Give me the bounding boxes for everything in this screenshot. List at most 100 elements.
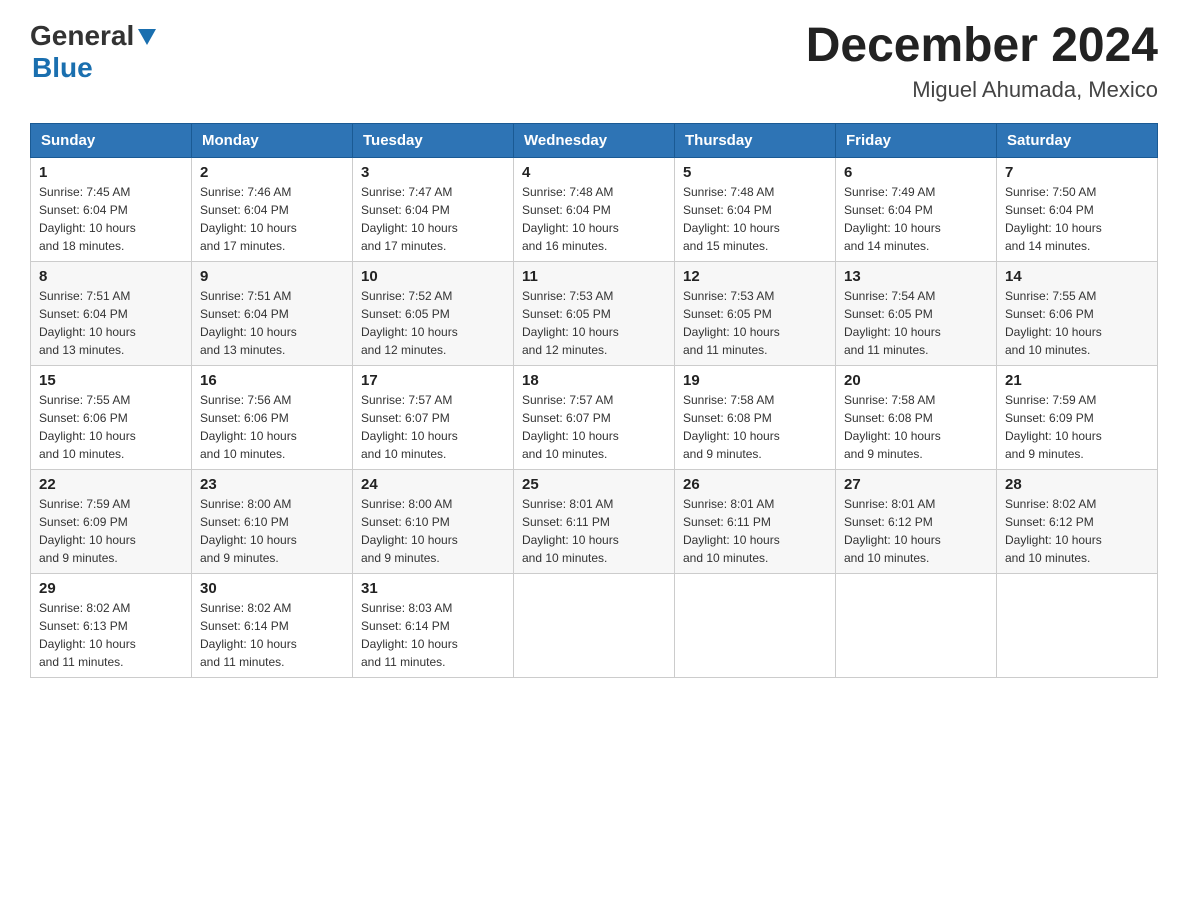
header-tuesday: Tuesday <box>353 123 514 157</box>
logo-triangle-icon <box>136 25 158 47</box>
calendar-cell: 5 Sunrise: 7:48 AMSunset: 6:04 PMDayligh… <box>675 157 836 261</box>
day-info: Sunrise: 7:53 AMSunset: 6:05 PMDaylight:… <box>522 289 619 357</box>
day-number: 17 <box>361 372 505 389</box>
day-number: 18 <box>522 372 666 389</box>
day-info: Sunrise: 7:49 AMSunset: 6:04 PMDaylight:… <box>844 185 941 253</box>
day-info: Sunrise: 8:00 AMSunset: 6:10 PMDaylight:… <box>200 497 297 565</box>
calendar-cell: 22 Sunrise: 7:59 AMSunset: 6:09 PMDaylig… <box>31 469 192 573</box>
day-info: Sunrise: 7:48 AMSunset: 6:04 PMDaylight:… <box>683 185 780 253</box>
header-sunday: Sunday <box>31 123 192 157</box>
calendar-cell: 29 Sunrise: 8:02 AMSunset: 6:13 PMDaylig… <box>31 573 192 677</box>
header-monday: Monday <box>192 123 353 157</box>
day-number: 14 <box>1005 268 1149 285</box>
day-info: Sunrise: 8:02 AMSunset: 6:14 PMDaylight:… <box>200 601 297 669</box>
day-info: Sunrise: 7:54 AMSunset: 6:05 PMDaylight:… <box>844 289 941 357</box>
day-info: Sunrise: 7:47 AMSunset: 6:04 PMDaylight:… <box>361 185 458 253</box>
day-number: 26 <box>683 476 827 493</box>
calendar-cell: 4 Sunrise: 7:48 AMSunset: 6:04 PMDayligh… <box>514 157 675 261</box>
title-section: December 2024 Miguel Ahumada, Mexico <box>806 20 1158 103</box>
day-info: Sunrise: 7:46 AMSunset: 6:04 PMDaylight:… <box>200 185 297 253</box>
day-info: Sunrise: 7:53 AMSunset: 6:05 PMDaylight:… <box>683 289 780 357</box>
day-info: Sunrise: 8:01 AMSunset: 6:12 PMDaylight:… <box>844 497 941 565</box>
calendar-cell: 27 Sunrise: 8:01 AMSunset: 6:12 PMDaylig… <box>836 469 997 573</box>
calendar-cell: 6 Sunrise: 7:49 AMSunset: 6:04 PMDayligh… <box>836 157 997 261</box>
calendar-week-row: 1 Sunrise: 7:45 AMSunset: 6:04 PMDayligh… <box>31 157 1158 261</box>
header-saturday: Saturday <box>997 123 1158 157</box>
day-info: Sunrise: 7:59 AMSunset: 6:09 PMDaylight:… <box>39 497 136 565</box>
day-number: 25 <box>522 476 666 493</box>
month-title: December 2024 <box>806 20 1158 73</box>
day-info: Sunrise: 7:55 AMSunset: 6:06 PMDaylight:… <box>39 393 136 461</box>
calendar-week-row: 22 Sunrise: 7:59 AMSunset: 6:09 PMDaylig… <box>31 469 1158 573</box>
calendar-cell: 1 Sunrise: 7:45 AMSunset: 6:04 PMDayligh… <box>31 157 192 261</box>
calendar-cell: 17 Sunrise: 7:57 AMSunset: 6:07 PMDaylig… <box>353 365 514 469</box>
calendar-cell: 24 Sunrise: 8:00 AMSunset: 6:10 PMDaylig… <box>353 469 514 573</box>
day-number: 27 <box>844 476 988 493</box>
day-info: Sunrise: 7:48 AMSunset: 6:04 PMDaylight:… <box>522 185 619 253</box>
day-info: Sunrise: 8:01 AMSunset: 6:11 PMDaylight:… <box>683 497 780 565</box>
day-number: 15 <box>39 372 183 389</box>
calendar-cell: 9 Sunrise: 7:51 AMSunset: 6:04 PMDayligh… <box>192 261 353 365</box>
day-info: Sunrise: 7:57 AMSunset: 6:07 PMDaylight:… <box>522 393 619 461</box>
day-info: Sunrise: 7:58 AMSunset: 6:08 PMDaylight:… <box>844 393 941 461</box>
calendar-week-row: 15 Sunrise: 7:55 AMSunset: 6:06 PMDaylig… <box>31 365 1158 469</box>
calendar-week-row: 8 Sunrise: 7:51 AMSunset: 6:04 PMDayligh… <box>31 261 1158 365</box>
calendar-cell: 13 Sunrise: 7:54 AMSunset: 6:05 PMDaylig… <box>836 261 997 365</box>
day-number: 10 <box>361 268 505 285</box>
day-info: Sunrise: 7:57 AMSunset: 6:07 PMDaylight:… <box>361 393 458 461</box>
header-friday: Friday <box>836 123 997 157</box>
day-info: Sunrise: 7:45 AMSunset: 6:04 PMDaylight:… <box>39 185 136 253</box>
day-number: 31 <box>361 580 505 597</box>
calendar-cell: 28 Sunrise: 8:02 AMSunset: 6:12 PMDaylig… <box>997 469 1158 573</box>
calendar-cell: 2 Sunrise: 7:46 AMSunset: 6:04 PMDayligh… <box>192 157 353 261</box>
day-number: 7 <box>1005 164 1149 181</box>
day-number: 12 <box>683 268 827 285</box>
day-info: Sunrise: 7:59 AMSunset: 6:09 PMDaylight:… <box>1005 393 1102 461</box>
logo-general-text: General <box>30 20 134 52</box>
day-info: Sunrise: 7:52 AMSunset: 6:05 PMDaylight:… <box>361 289 458 357</box>
day-info: Sunrise: 8:02 AMSunset: 6:12 PMDaylight:… <box>1005 497 1102 565</box>
calendar-table: Sunday Monday Tuesday Wednesday Thursday… <box>30 123 1158 678</box>
day-info: Sunrise: 7:55 AMSunset: 6:06 PMDaylight:… <box>1005 289 1102 357</box>
day-number: 1 <box>39 164 183 181</box>
page-header: General Blue December 2024 Miguel Ahumad… <box>30 20 1158 103</box>
day-number: 3 <box>361 164 505 181</box>
calendar-cell: 21 Sunrise: 7:59 AMSunset: 6:09 PMDaylig… <box>997 365 1158 469</box>
calendar-cell <box>836 573 997 677</box>
day-number: 30 <box>200 580 344 597</box>
calendar-cell: 23 Sunrise: 8:00 AMSunset: 6:10 PMDaylig… <box>192 469 353 573</box>
logo: General Blue <box>30 20 158 84</box>
calendar-week-row: 29 Sunrise: 8:02 AMSunset: 6:13 PMDaylig… <box>31 573 1158 677</box>
calendar-cell: 30 Sunrise: 8:02 AMSunset: 6:14 PMDaylig… <box>192 573 353 677</box>
weekday-header-row: Sunday Monday Tuesday Wednesday Thursday… <box>31 123 1158 157</box>
day-info: Sunrise: 8:02 AMSunset: 6:13 PMDaylight:… <box>39 601 136 669</box>
calendar-cell: 26 Sunrise: 8:01 AMSunset: 6:11 PMDaylig… <box>675 469 836 573</box>
day-number: 16 <box>200 372 344 389</box>
day-number: 21 <box>1005 372 1149 389</box>
calendar-cell: 19 Sunrise: 7:58 AMSunset: 6:08 PMDaylig… <box>675 365 836 469</box>
calendar-cell: 14 Sunrise: 7:55 AMSunset: 6:06 PMDaylig… <box>997 261 1158 365</box>
day-number: 6 <box>844 164 988 181</box>
day-number: 4 <box>522 164 666 181</box>
calendar-cell: 7 Sunrise: 7:50 AMSunset: 6:04 PMDayligh… <box>997 157 1158 261</box>
calendar-cell: 20 Sunrise: 7:58 AMSunset: 6:08 PMDaylig… <box>836 365 997 469</box>
day-info: Sunrise: 8:00 AMSunset: 6:10 PMDaylight:… <box>361 497 458 565</box>
day-number: 2 <box>200 164 344 181</box>
day-info: Sunrise: 7:51 AMSunset: 6:04 PMDaylight:… <box>200 289 297 357</box>
logo-blue-text: Blue <box>32 52 93 83</box>
calendar-cell <box>997 573 1158 677</box>
calendar-cell <box>514 573 675 677</box>
day-number: 8 <box>39 268 183 285</box>
day-number: 23 <box>200 476 344 493</box>
header-wednesday: Wednesday <box>514 123 675 157</box>
calendar-cell: 11 Sunrise: 7:53 AMSunset: 6:05 PMDaylig… <box>514 261 675 365</box>
day-number: 13 <box>844 268 988 285</box>
day-number: 19 <box>683 372 827 389</box>
calendar-cell: 15 Sunrise: 7:55 AMSunset: 6:06 PMDaylig… <box>31 365 192 469</box>
day-number: 11 <box>522 268 666 285</box>
day-info: Sunrise: 7:51 AMSunset: 6:04 PMDaylight:… <box>39 289 136 357</box>
day-number: 20 <box>844 372 988 389</box>
day-info: Sunrise: 7:56 AMSunset: 6:06 PMDaylight:… <box>200 393 297 461</box>
day-number: 29 <box>39 580 183 597</box>
day-info: Sunrise: 8:01 AMSunset: 6:11 PMDaylight:… <box>522 497 619 565</box>
